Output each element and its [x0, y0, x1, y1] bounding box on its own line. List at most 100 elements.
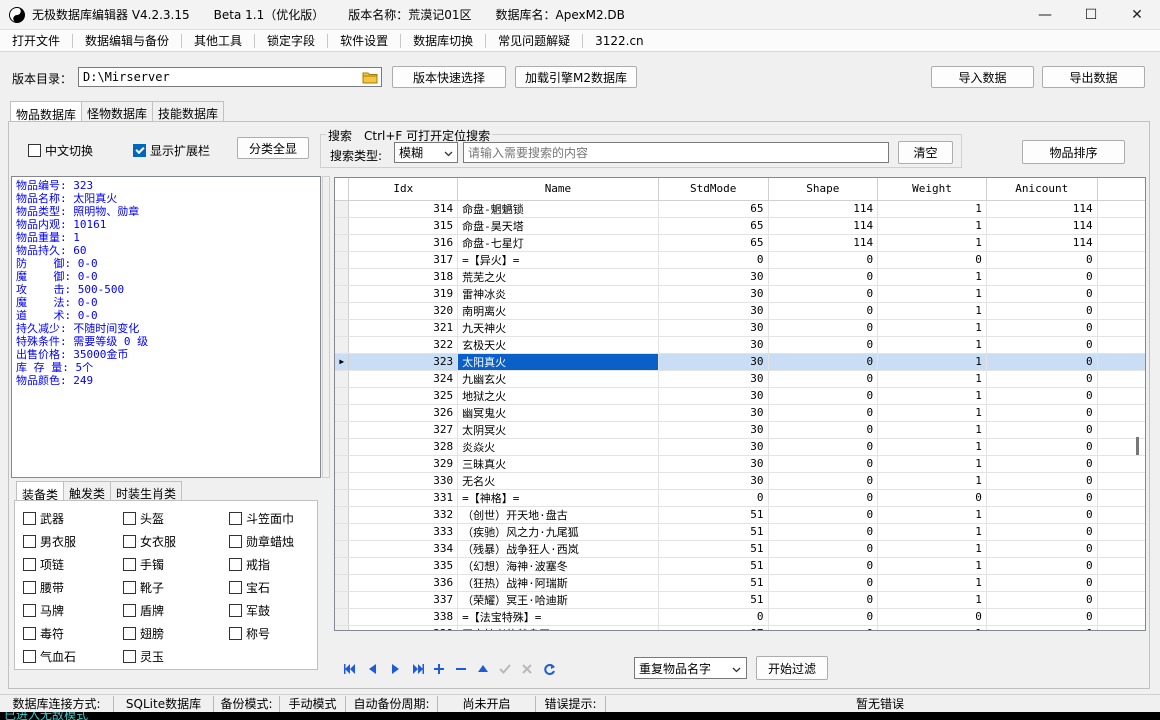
cell-anicount[interactable]: 0 — [986, 455, 1098, 473]
cell-name[interactable]: （狂热）战神·阿瑞斯 — [457, 574, 659, 592]
cell-name[interactable]: （幻想）海神·波塞冬 — [457, 557, 659, 575]
category-checkbox[interactable]: 称号 — [229, 625, 270, 642]
close-button[interactable]: ✕ — [1114, 0, 1160, 30]
cell-name[interactable]: 南明离火 — [457, 302, 659, 320]
cell-anicount[interactable]: 0 — [986, 251, 1098, 269]
cell-idx[interactable]: 325 — [348, 387, 459, 405]
post-record-icon[interactable] — [494, 660, 516, 678]
clear-button[interactable]: 清空 — [898, 141, 953, 164]
cell-anicount[interactable]: 0 — [986, 421, 1098, 439]
category-checkbox[interactable]: 腰带 — [23, 579, 64, 596]
cell-stdmode[interactable]: 51 — [658, 523, 769, 541]
table-row[interactable]: 321 九天神火 30 0 1 0 — [335, 319, 1145, 337]
cell-idx[interactable]: 326 — [348, 404, 459, 422]
menu-item-0[interactable]: 打开文件 — [0, 33, 74, 48]
cell-name[interactable]: 命盘-七星灯 — [457, 234, 659, 252]
chinese-switch-checkbox[interactable]: 中文切换 — [28, 142, 93, 159]
cell-name[interactable]: 三昧真火 — [457, 455, 659, 473]
table-row[interactable]: 316 命盘-七星灯 65 114 1 114 — [335, 234, 1145, 252]
cell-weight[interactable]: 1 — [877, 625, 987, 630]
next-record-icon[interactable] — [384, 660, 406, 678]
cell-stdmode[interactable]: 0 — [658, 608, 769, 626]
cell-idx[interactable]: 321 — [348, 319, 459, 337]
cell-weight[interactable]: 0 — [877, 251, 987, 269]
cell-name[interactable]: 雷神冰炎 — [457, 285, 659, 303]
cell-shape[interactable]: 0 — [768, 268, 879, 286]
cell-weight[interactable]: 1 — [877, 268, 987, 286]
cell-idx[interactable]: 331 — [348, 489, 459, 507]
cell-shape[interactable]: 0 — [768, 353, 879, 371]
cell-shape[interactable]: 0 — [768, 438, 879, 456]
last-record-icon[interactable] — [406, 660, 428, 678]
table-row[interactable]: 334 （残暴）战争狂人·西岚 51 0 1 0 — [335, 540, 1145, 558]
cell-anicount[interactable]: 0 — [986, 319, 1098, 337]
cell-stdmode[interactable]: 30 — [658, 302, 769, 320]
cell-stdmode[interactable]: 30 — [658, 268, 769, 286]
cell-anicount[interactable]: 0 — [986, 438, 1098, 456]
cell-weight[interactable]: 1 — [877, 506, 987, 524]
cell-anicount[interactable]: 0 — [986, 285, 1098, 303]
show-ext-checkbox[interactable]: 显示扩展栏 — [133, 142, 210, 159]
cell-stdmode[interactable]: 0 — [658, 489, 769, 507]
category-checkbox[interactable]: 毒符 — [23, 625, 64, 642]
cell-idx[interactable]: 316 — [348, 234, 459, 252]
cell-name[interactable]: 〓守护者的替身〓 — [457, 625, 659, 630]
cell-name[interactable]: 命盘-魍魉锁 — [457, 200, 659, 218]
cell-weight[interactable]: 1 — [877, 557, 987, 575]
cell-idx[interactable]: 339 — [348, 625, 459, 630]
category-checkbox[interactable]: 军鼓 — [229, 602, 270, 619]
cell-idx[interactable]: 320 — [348, 302, 459, 320]
cell-name[interactable]: （残暴）战争狂人·西岚 — [457, 540, 659, 558]
cell-weight[interactable]: 1 — [877, 370, 987, 388]
category-checkbox[interactable]: 宝石 — [229, 579, 270, 596]
menu-item-2[interactable]: 其他工具 — [182, 33, 256, 48]
cell-anicount[interactable]: 114 — [986, 234, 1098, 252]
cell-stdmode[interactable]: 51 — [658, 557, 769, 575]
cell-name[interactable]: （创世）开天地·盘古 — [457, 506, 659, 524]
cell-name[interactable]: =【法宝特殊】= — [457, 608, 659, 626]
prev-record-icon[interactable] — [362, 660, 384, 678]
refresh-icon[interactable] — [538, 660, 560, 678]
cell-shape[interactable]: 0 — [768, 489, 879, 507]
column-header[interactable]: StdMode — [658, 178, 769, 201]
cell-stdmode[interactable]: 51 — [658, 506, 769, 524]
table-row[interactable]: 332 （创世）开天地·盘古 51 0 1 0 — [335, 506, 1145, 524]
cell-anicount[interactable]: 0 — [986, 302, 1098, 320]
column-header[interactable]: Anicount — [986, 178, 1098, 201]
table-row[interactable]: 322 玄极天火 30 0 1 0 — [335, 336, 1145, 354]
cell-weight[interactable]: 0 — [877, 608, 987, 626]
cell-stdmode[interactable]: 51 — [658, 574, 769, 592]
cell-idx[interactable]: 336 — [348, 574, 459, 592]
cell-weight[interactable]: 1 — [877, 591, 987, 609]
cell-idx[interactable]: 324 — [348, 370, 459, 388]
cell-name[interactable]: 荒芜之火 — [457, 268, 659, 286]
menu-item-3[interactable]: 锁定字段 — [255, 33, 329, 48]
cell-shape[interactable]: 0 — [768, 472, 879, 490]
cell-name[interactable]: 地狱之火 — [457, 387, 659, 405]
cell-shape[interactable]: 0 — [768, 319, 879, 337]
cell-weight[interactable]: 1 — [877, 285, 987, 303]
cell-shape[interactable]: 0 — [768, 574, 879, 592]
cell-shape[interactable]: 0 — [768, 557, 879, 575]
cell-idx[interactable]: 329 — [348, 455, 459, 473]
cell-anicount[interactable]: 0 — [986, 523, 1098, 541]
cell-stdmode[interactable]: 30 — [658, 472, 769, 490]
category-checkbox[interactable]: 盾牌 — [123, 602, 164, 619]
cell-idx[interactable]: 333 — [348, 523, 459, 541]
category-checkbox[interactable]: 马牌 — [23, 602, 64, 619]
table-row[interactable]: 329 三昧真火 30 0 1 0 — [335, 455, 1145, 473]
cell-anicount[interactable]: 114 — [986, 200, 1098, 218]
cell-idx[interactable]: 327 — [348, 421, 459, 439]
cell-stdmode[interactable]: 51 — [658, 591, 769, 609]
cell-weight[interactable]: 1 — [877, 438, 987, 456]
table-row[interactable]: 333 （疾驰）风之力·九尾狐 51 0 1 0 — [335, 523, 1145, 541]
cell-anicount[interactable]: 0 — [986, 557, 1098, 575]
quick-select-button[interactable]: 版本快速选择 — [392, 66, 506, 88]
cell-weight[interactable]: 1 — [877, 523, 987, 541]
edit-record-icon[interactable] — [472, 660, 494, 678]
info-scrollbar[interactable] — [322, 176, 330, 478]
cell-anicount[interactable]: 0 — [986, 489, 1098, 507]
cell-weight[interactable]: 0 — [877, 489, 987, 507]
category-checkbox[interactable]: 戒指 — [229, 556, 270, 573]
cell-stdmode[interactable]: 30 — [658, 387, 769, 405]
